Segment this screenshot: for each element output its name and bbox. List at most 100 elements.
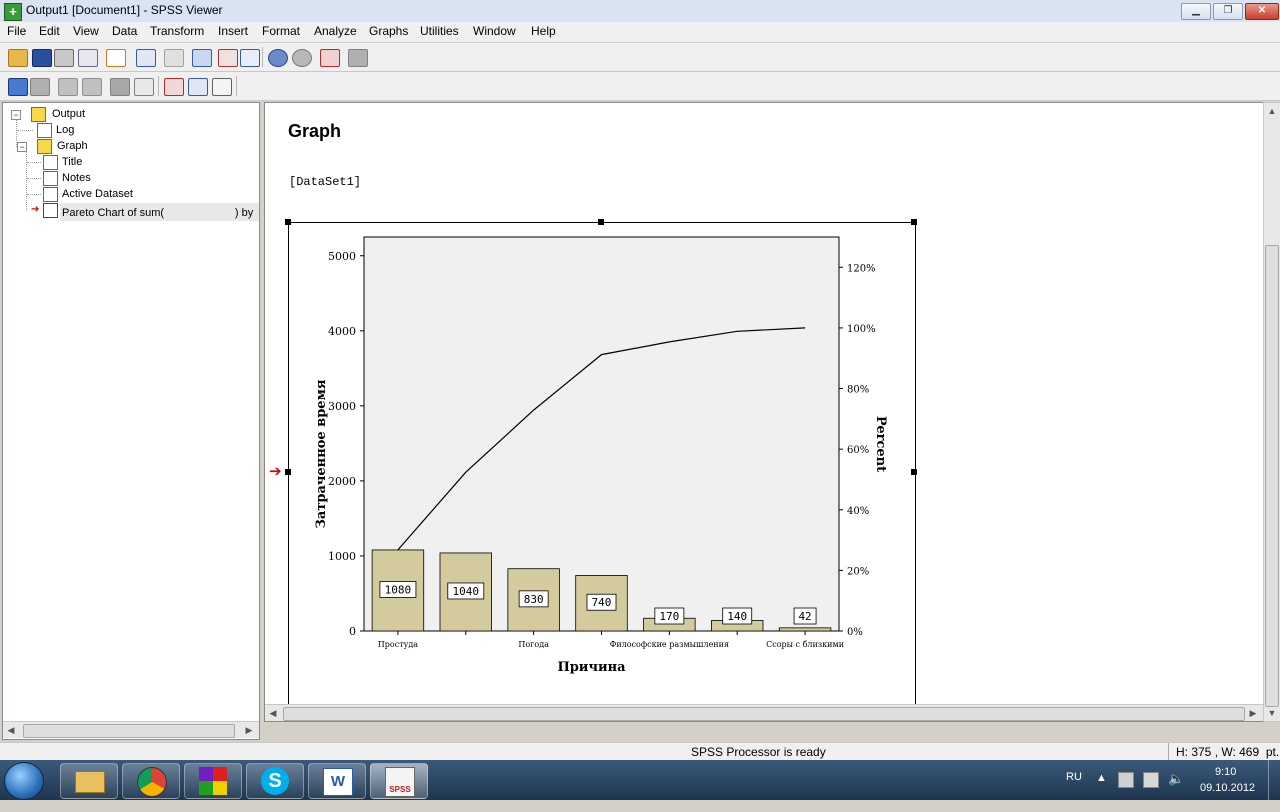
- promote-icon[interactable]: [8, 78, 28, 96]
- show-desktop-button[interactable]: [1268, 760, 1280, 800]
- collapse-icon[interactable]: [82, 78, 102, 96]
- insert-heading-icon[interactable]: [164, 78, 184, 96]
- menu-utilities[interactable]: Utilities: [420, 24, 459, 38]
- outline-horizontal-scrollbar[interactable]: ◀ ▶: [3, 721, 259, 738]
- clock-time[interactable]: 9:10: [1215, 766, 1236, 778]
- content-horizontal-scrollbar[interactable]: ◀ ▶: [265, 704, 1263, 721]
- tree-line: [27, 194, 41, 195]
- insert-title-icon[interactable]: [188, 78, 208, 96]
- demote-icon[interactable]: [30, 78, 50, 96]
- data-label: 830: [524, 593, 544, 606]
- skype-icon[interactable]: S: [246, 763, 304, 799]
- toolbar-separator: [262, 47, 263, 67]
- scrollbar-thumb[interactable]: [283, 707, 1245, 721]
- y2-tick-label: 100%: [847, 324, 876, 335]
- pareto-chart-icon: [43, 203, 58, 218]
- show-all-variables-icon[interactable]: [292, 49, 312, 67]
- tree-item-active-dataset[interactable]: Active Dataset: [62, 188, 133, 200]
- undo-icon[interactable]: [164, 49, 184, 67]
- menu-window[interactable]: Window: [473, 24, 516, 38]
- y2-tick-label: 20%: [847, 566, 869, 577]
- chrome-icon[interactable]: [122, 763, 180, 799]
- goto-data-icon[interactable]: [192, 49, 212, 67]
- tree-item-pareto-chart[interactable]: Pareto Chart of sum(ᅟᅟᅟᅟᅟᅟᅟ) by ᅟᅟᅟ: [60, 203, 259, 221]
- menu-bar: File Edit View Data Transform Insert For…: [0, 22, 1280, 43]
- export-icon[interactable]: [106, 49, 126, 67]
- content-vertical-scrollbar[interactable]: ▲ ▼: [1263, 102, 1280, 722]
- output-book-icon: [31, 107, 46, 122]
- tree-item-graph[interactable]: Graph: [57, 140, 88, 152]
- tree-item-notes[interactable]: Notes: [62, 172, 91, 184]
- scroll-right-icon[interactable]: ▶: [1245, 705, 1261, 721]
- scroll-left-icon[interactable]: ◀: [3, 722, 19, 738]
- tree-item-output[interactable]: Output: [52, 108, 85, 120]
- menu-format[interactable]: Format: [262, 24, 300, 38]
- y-axis-title: Затраченное время: [314, 379, 329, 528]
- minimize-button[interactable]: ▁: [1181, 3, 1211, 20]
- expand-toggle-graph[interactable]: −: [17, 142, 27, 152]
- x-tick-label: Ссоры с близкими: [766, 640, 844, 649]
- open-icon[interactable]: [8, 49, 28, 67]
- status-divider: [1168, 743, 1169, 761]
- skype-logo: S: [261, 767, 289, 795]
- start-button-icon[interactable]: [4, 762, 44, 800]
- spss-app-icon[interactable]: +: [4, 3, 22, 21]
- scrollbar-thumb[interactable]: [23, 724, 235, 738]
- run-script-icon[interactable]: [348, 49, 368, 67]
- plot-area: [363, 236, 840, 632]
- save-icon[interactable]: [32, 49, 52, 67]
- close-button[interactable]: ✕: [1245, 3, 1279, 20]
- scroll-left-icon[interactable]: ◀: [265, 705, 281, 721]
- title-bar: + Output1 [Document1] - SPSS Viewer ▁ ❐ …: [0, 0, 1280, 23]
- scroll-right-icon[interactable]: ▶: [241, 722, 257, 738]
- y-tick-label: 1000: [328, 550, 356, 563]
- spss-icon[interactable]: SPSS: [370, 763, 428, 799]
- expand-toggle-output[interactable]: −: [11, 110, 21, 120]
- goto-case-icon[interactable]: [218, 49, 238, 67]
- output-heading: Graph: [288, 121, 342, 141]
- menu-graphs[interactable]: Graphs: [369, 24, 408, 38]
- hide-icon[interactable]: [134, 78, 154, 96]
- print-preview-icon[interactable]: [78, 49, 98, 67]
- menu-data[interactable]: Data: [112, 24, 137, 38]
- clock-date[interactable]: 09.10.2012: [1200, 782, 1255, 794]
- explorer-icon[interactable]: [60, 763, 118, 799]
- scroll-down-icon[interactable]: ▼: [1264, 705, 1280, 721]
- action-center-icon[interactable]: [1118, 772, 1134, 788]
- status-bar: SPSS Processor is ready H: 375 , W: 469 …: [0, 742, 1280, 761]
- language-indicator[interactable]: RU: [1066, 771, 1082, 783]
- x-tick-label: Простуда: [378, 640, 418, 649]
- tree-item-title[interactable]: Title: [62, 156, 82, 168]
- variables-icon[interactable]: [240, 49, 260, 67]
- menu-transform[interactable]: Transform: [150, 24, 204, 38]
- menu-help[interactable]: Help: [531, 24, 556, 38]
- volume-icon[interactable]: 🔈: [1168, 771, 1184, 787]
- menu-analyze[interactable]: Analyze: [314, 24, 357, 38]
- use-sets-icon[interactable]: [268, 49, 288, 67]
- network-icon[interactable]: [1143, 772, 1159, 788]
- scrollbar-thumb[interactable]: [1265, 245, 1279, 707]
- x-tick-label: Погода: [518, 640, 549, 649]
- viewer-content-pane: Graph [DataSet1] ➔ 0 1000 2000 3000 4000 5000…: [264, 102, 1264, 722]
- insert-text-icon[interactable]: [212, 78, 232, 96]
- tray-expand-icon[interactable]: ▲: [1096, 772, 1107, 784]
- taskbar: S W SPSS RU ▲ 🔈 9:10 09.10.2012: [0, 760, 1280, 800]
- scroll-up-icon[interactable]: ▲: [1264, 103, 1280, 119]
- y2-tick-label: 80%: [847, 385, 869, 396]
- y-tick-label: 5000: [328, 250, 356, 263]
- tree-line: [26, 151, 27, 211]
- designate-window-icon[interactable]: [320, 49, 340, 67]
- expand-icon[interactable]: [58, 78, 78, 96]
- dialog-recall-icon[interactable]: [136, 49, 156, 67]
- menu-file[interactable]: File: [7, 24, 26, 38]
- colorful-app-icon[interactable]: [184, 763, 242, 799]
- menu-view[interactable]: View: [73, 24, 99, 38]
- restore-button[interactable]: ❐: [1213, 3, 1243, 20]
- tree-item-log[interactable]: Log: [56, 124, 74, 136]
- show-icon[interactable]: [110, 78, 130, 96]
- word-icon[interactable]: W: [308, 763, 366, 799]
- print-icon[interactable]: [54, 49, 74, 67]
- menu-edit[interactable]: Edit: [39, 24, 60, 38]
- menu-insert[interactable]: Insert: [218, 24, 248, 38]
- pareto-chart[interactable]: 0 1000 2000 3000 4000 5000 0% 20% 40% 60% 80% 100% 1…: [289, 223, 913, 721]
